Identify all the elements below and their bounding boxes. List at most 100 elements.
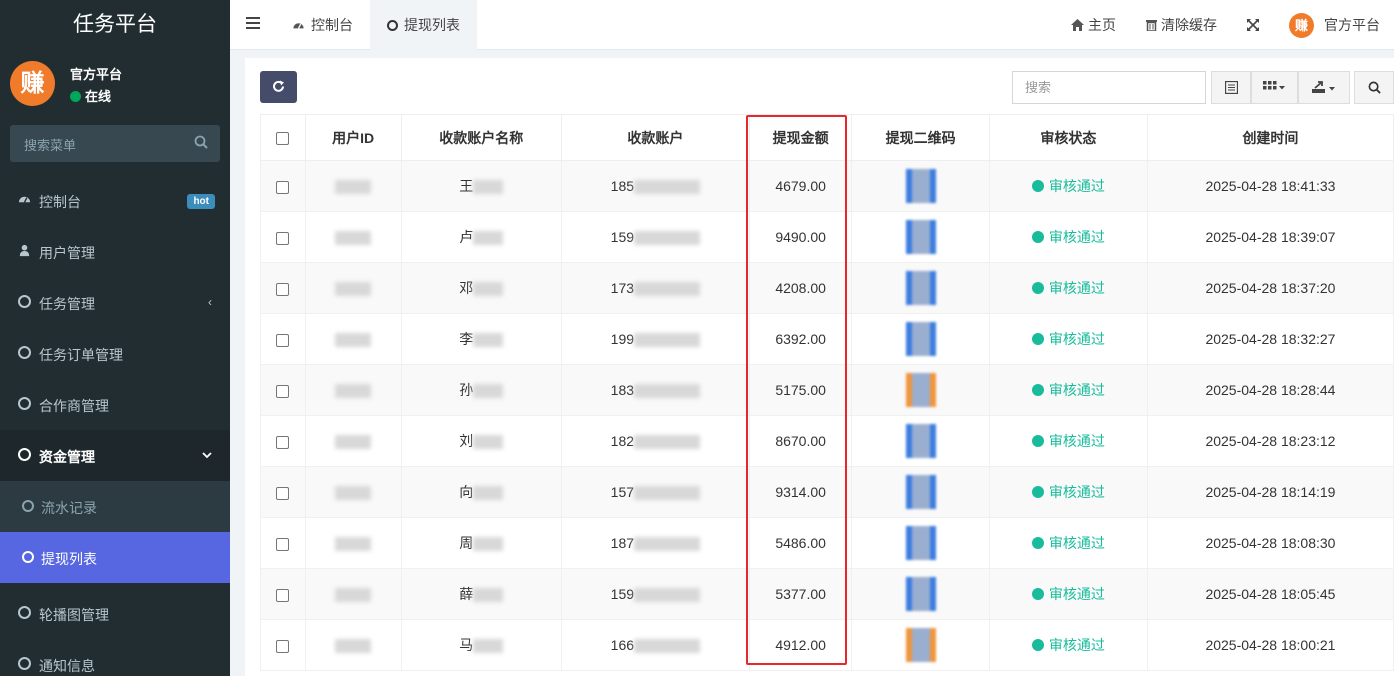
column-header[interactable]: 提现二维码	[851, 114, 990, 161]
withdraw-table: 用户ID 收款账户名称 收款账户 提现金额 提现二维码 审核状态 创建时间 王 1…	[260, 114, 1394, 671]
table-search-input[interactable]	[1012, 71, 1206, 104]
qr-cell	[851, 313, 990, 365]
table-row[interactable]: 卢 159 9490.00 审核通过 2025-04-28 18:39:07	[260, 211, 1394, 263]
row-checkbox[interactable]	[276, 435, 290, 449]
sidebar-item-funds[interactable]: 资金管理	[0, 430, 230, 481]
tab-label: 提现列表	[404, 17, 460, 33]
row-checkbox[interactable]	[276, 639, 290, 653]
columns-button[interactable]	[1251, 71, 1298, 104]
sidebar-item-partners[interactable]: 合作商管理	[0, 379, 230, 430]
row-checkbox[interactable]	[276, 231, 290, 245]
home-label: 主页	[1088, 17, 1116, 33]
qr-code-thumbnail[interactable]	[905, 475, 936, 509]
created-time: 2025-04-28 18:39:07	[1205, 229, 1336, 245]
status-cell: 审核通过	[988, 160, 1148, 212]
row-checkbox[interactable]	[276, 588, 290, 602]
table-row[interactable]: 刘 182 8670.00 审核通过 2025-04-28 18:23:12	[260, 415, 1394, 467]
row-checkbox[interactable]	[276, 384, 290, 398]
status-label: 审核通过	[1048, 433, 1105, 449]
status-dot-icon	[1031, 180, 1044, 192]
qr-cell	[851, 568, 990, 620]
sidebar-item-users[interactable]: 用户管理	[0, 226, 230, 277]
menu-search-input[interactable]: 搜索菜单	[10, 125, 220, 162]
table-row[interactable]: 邓 173 4208.00 审核通过 2025-04-28 18:37:20	[260, 262, 1394, 314]
circle-icon	[18, 606, 31, 619]
table-row[interactable]: 周 187 5486.00 审核通过 2025-04-28 18:08:30	[260, 517, 1394, 569]
app-title[interactable]: 任务平台	[0, 0, 230, 50]
account-name: 马	[459, 637, 474, 653]
qr-code-thumbnail[interactable]	[905, 271, 936, 305]
row-checkbox[interactable]	[276, 282, 290, 296]
clear-cache-link[interactable]: 清除缓存	[1146, 0, 1217, 50]
search-icon[interactable]	[194, 135, 208, 149]
table-row[interactable]: 薛 159 5377.00 审核通过 2025-04-28 18:05:45	[260, 568, 1394, 620]
account-name: 孙	[459, 382, 474, 398]
column-header[interactable]: 用户ID	[304, 114, 402, 161]
sidebar-item-tasks[interactable]: 任务管理 ‹	[0, 277, 230, 328]
qr-code-thumbnail[interactable]	[905, 373, 936, 407]
redacted-name	[473, 384, 504, 399]
account-name-cell: 马	[400, 619, 562, 671]
redacted-user-id	[335, 435, 372, 450]
table-row[interactable]: 孙 183 5175.00 审核通过 2025-04-28 18:28:44	[260, 364, 1394, 416]
row-checkbox[interactable]	[276, 537, 290, 551]
sidebar-item-flow-records[interactable]: 流水记录	[0, 481, 230, 532]
table-row[interactable]: 向 157 9314.00 审核通过 2025-04-28 18:14:19	[260, 466, 1394, 518]
qr-code-thumbnail[interactable]	[905, 169, 936, 203]
table-row[interactable]: 李 199 6392.00 审核通过 2025-04-28 18:32:27	[260, 313, 1394, 365]
toggle-view-button[interactable]	[1211, 71, 1251, 104]
created-time: 2025-04-28 18:41:33	[1205, 178, 1336, 194]
account-cell: 187	[560, 517, 751, 569]
column-header[interactable]: 收款账户	[560, 114, 751, 161]
sidebar-item-banners[interactable]: 轮播图管理	[0, 588, 230, 639]
refresh-button[interactable]	[260, 71, 297, 103]
table-row[interactable]: 王 185 4679.00 审核通过 2025-04-28 18:41:33	[260, 160, 1394, 212]
column-header[interactable]: 创建时间	[1146, 114, 1394, 161]
sidebar-item-label: 流水记录	[41, 500, 97, 516]
export-button[interactable]	[1298, 71, 1350, 104]
qr-code-thumbnail[interactable]	[905, 322, 936, 356]
row-checkbox[interactable]	[276, 486, 290, 500]
created-time: 2025-04-28 18:28:44	[1205, 382, 1336, 398]
select-all-checkbox[interactable]	[276, 132, 290, 146]
qr-code-thumbnail[interactable]	[905, 577, 936, 611]
tab-withdraw-list[interactable]: 提现列表	[370, 0, 477, 50]
column-header[interactable]: 提现金额	[749, 114, 853, 161]
created-time: 2025-04-28 18:32:27	[1205, 331, 1336, 347]
row-checkbox[interactable]	[276, 180, 290, 194]
row-select-cell	[260, 160, 306, 212]
row-checkbox[interactable]	[276, 333, 290, 347]
search-button[interactable]	[1354, 71, 1394, 104]
sidebar-item-notifications[interactable]: 通知信息	[0, 639, 230, 676]
qr-code-thumbnail[interactable]	[905, 526, 936, 560]
redacted-account	[634, 639, 701, 654]
user-id-cell	[304, 517, 402, 569]
fullscreen-icon[interactable]	[1247, 19, 1259, 31]
circle-icon	[387, 20, 398, 31]
qr-code-thumbnail[interactable]	[905, 424, 936, 458]
sidebar-item-task-orders[interactable]: 任务订单管理	[0, 328, 230, 379]
row-select-cell	[260, 313, 306, 365]
menu-toggle-icon[interactable]	[246, 17, 260, 31]
sidebar-item-dashboard[interactable]: 控制台 hot	[0, 175, 230, 226]
redacted-account	[634, 180, 701, 195]
redacted-user-id	[335, 282, 372, 297]
sidebar-item-label: 任务订单管理	[39, 347, 123, 363]
qr-code-thumbnail[interactable]	[905, 220, 936, 254]
account-name: 周	[459, 535, 474, 551]
export-icon	[1312, 81, 1335, 93]
user-menu-label[interactable]: 官方平台	[1324, 0, 1380, 50]
redacted-name	[473, 537, 504, 552]
account-name-cell: 薛	[400, 568, 562, 620]
tab-dashboard[interactable]: 控制台	[278, 0, 367, 50]
home-link[interactable]: 主页	[1071, 0, 1116, 50]
avatar[interactable]: 赚	[1289, 13, 1314, 38]
qr-code-thumbnail[interactable]	[905, 628, 936, 662]
created-time: 2025-04-28 18:23:12	[1205, 433, 1336, 449]
table-row[interactable]: 马 166 4912.00 审核通过 2025-04-28 18:00:21	[260, 619, 1394, 671]
status-cell: 审核通过	[988, 415, 1148, 467]
circle-icon	[18, 346, 31, 359]
sidebar-item-withdraw-list[interactable]: 提现列表	[0, 532, 230, 583]
column-header[interactable]: 审核状态	[988, 114, 1148, 161]
column-header[interactable]: 收款账户名称	[400, 114, 562, 161]
